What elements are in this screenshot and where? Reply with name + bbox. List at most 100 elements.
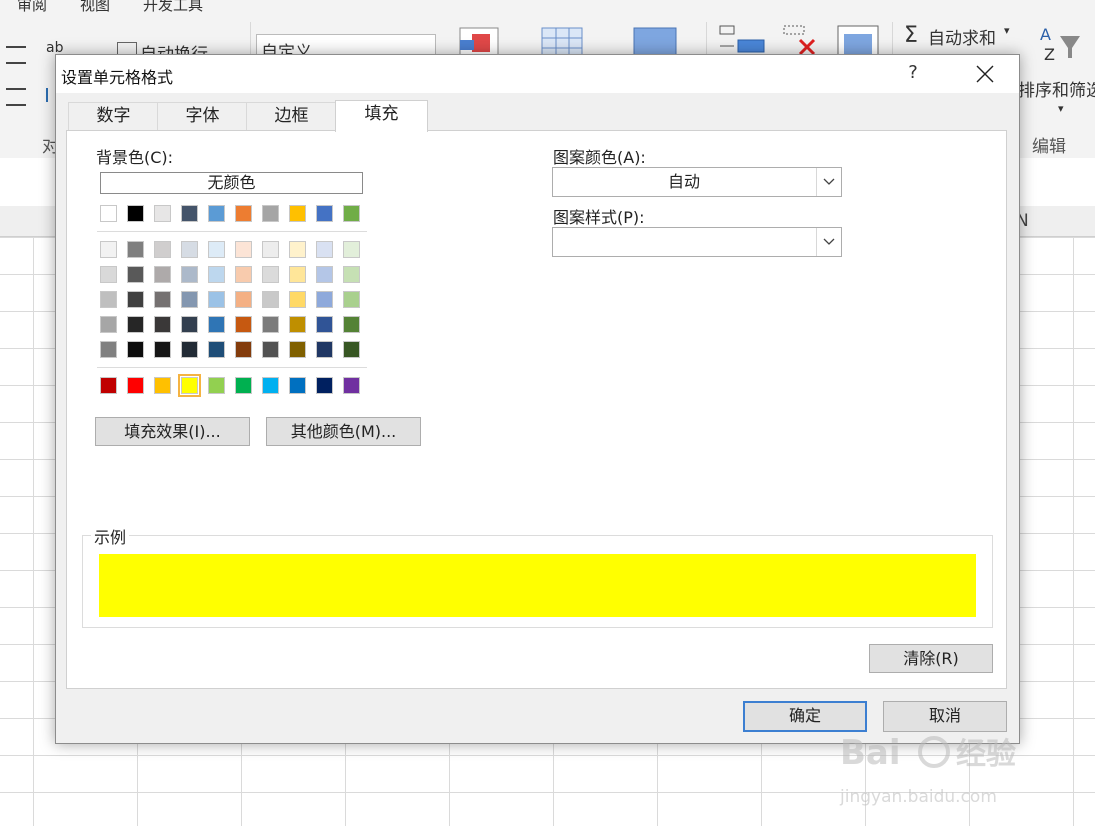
ribbon-tab-view[interactable]: 视图 [80, 0, 110, 15]
color-swatch-tint-3-7[interactable] [289, 316, 306, 333]
ribbon-tab-developer[interactable]: 开发工具 [143, 0, 203, 15]
color-swatch-tint-1-1[interactable] [127, 266, 144, 283]
tab-fill[interactable]: 填充 [335, 100, 428, 132]
color-swatch-standard-8[interactable] [316, 377, 333, 394]
color-swatch-tint-0-7[interactable] [289, 241, 306, 258]
clear-button[interactable]: 清除(R) [869, 644, 993, 673]
color-swatch-tint-0-3[interactable] [181, 241, 198, 258]
color-swatch-theme-4[interactable] [208, 205, 225, 222]
color-swatch-tint-3-3[interactable] [181, 316, 198, 333]
color-swatch-standard-0[interactable] [100, 377, 117, 394]
orientation-icon[interactable]: ab [46, 40, 64, 56]
color-swatch-standard-9[interactable] [343, 377, 360, 394]
color-swatch-tint-0-4[interactable] [208, 241, 225, 258]
align-left-icon[interactable] [6, 46, 26, 64]
color-swatch-tint-1-6[interactable] [262, 266, 279, 283]
pattern-color-select[interactable]: 自动 [552, 167, 842, 197]
color-swatch-theme-1[interactable] [127, 205, 144, 222]
color-swatch-tint-4-3[interactable] [181, 341, 198, 358]
color-swatch-tint-3-2[interactable] [154, 316, 171, 333]
color-swatch-tint-3-5[interactable] [235, 316, 252, 333]
chevron-down-icon: ▾ [1004, 24, 1010, 37]
tab-border[interactable]: 边框 [246, 102, 337, 130]
color-swatch-tint-2-7[interactable] [289, 291, 306, 308]
sort-filter-icon[interactable]: AZ [1038, 22, 1082, 66]
color-swatch-standard-1[interactable] [127, 377, 144, 394]
dialog-title-bar[interactable]: 设置单元格格式 ? [56, 55, 1019, 93]
color-swatch-tint-2-3[interactable] [181, 291, 198, 308]
color-swatch-tint-4-9[interactable] [343, 341, 360, 358]
group-label-editing: 编辑 [1032, 137, 1066, 157]
color-swatch-tint-3-1[interactable] [127, 316, 144, 333]
color-swatch-standard-7[interactable] [289, 377, 306, 394]
color-swatch-tint-0-0[interactable] [100, 241, 117, 258]
close-button[interactable] [964, 55, 1004, 91]
color-swatch-tint-1-8[interactable] [316, 266, 333, 283]
color-swatch-tint-4-0[interactable] [100, 341, 117, 358]
color-swatch-tint-4-4[interactable] [208, 341, 225, 358]
indent-icon[interactable] [6, 88, 26, 106]
ribbon-tab-review[interactable]: 审阅 [17, 0, 47, 15]
color-swatch-tint-2-0[interactable] [100, 291, 117, 308]
tab-number[interactable]: 数字 [68, 102, 159, 130]
color-swatch-tint-4-1[interactable] [127, 341, 144, 358]
chevron-down-icon[interactable] [816, 168, 841, 196]
no-color-button[interactable]: 无颜色 [100, 172, 363, 194]
color-swatch-tint-0-1[interactable] [127, 241, 144, 258]
color-swatch-theme-7[interactable] [289, 205, 306, 222]
color-swatch-tint-1-2[interactable] [154, 266, 171, 283]
more-colors-button[interactable]: 其他颜色(M)... [266, 417, 421, 446]
color-swatch-tint-3-9[interactable] [343, 316, 360, 333]
color-swatch-standard-5[interactable] [235, 377, 252, 394]
delete-cells-icon[interactable] [782, 22, 822, 58]
color-swatch-theme-8[interactable] [316, 205, 333, 222]
color-swatch-standard-4[interactable] [208, 377, 225, 394]
autosum-label[interactable]: 自动求和 [928, 24, 996, 49]
color-swatch-tint-3-0[interactable] [100, 316, 117, 333]
color-swatch-standard-6[interactable] [262, 377, 279, 394]
color-swatch-tint-1-0[interactable] [100, 266, 117, 283]
color-swatch-tint-2-6[interactable] [262, 291, 279, 308]
color-swatch-standard-3[interactable] [178, 374, 201, 397]
color-swatch-tint-0-6[interactable] [262, 241, 279, 258]
pattern-style-label: 图案样式(P): [553, 208, 645, 227]
color-swatch-tint-1-3[interactable] [181, 266, 198, 283]
color-swatch-theme-0[interactable] [100, 205, 117, 222]
insert-cells-icon[interactable] [718, 22, 768, 58]
color-swatch-theme-3[interactable] [181, 205, 198, 222]
help-button[interactable]: ? [898, 58, 928, 88]
color-swatch-tint-2-4[interactable] [208, 291, 225, 308]
color-swatch-tint-4-8[interactable] [316, 341, 333, 358]
color-swatch-tint-0-2[interactable] [154, 241, 171, 258]
color-swatch-theme-2[interactable] [154, 205, 171, 222]
color-swatch-tint-2-9[interactable] [343, 291, 360, 308]
fill-effects-button[interactable]: 填充效果(I)... [95, 417, 250, 446]
tab-font[interactable]: 字体 [157, 102, 248, 130]
color-swatch-tint-0-9[interactable] [343, 241, 360, 258]
color-swatch-tint-2-8[interactable] [316, 291, 333, 308]
color-swatch-tint-3-4[interactable] [208, 316, 225, 333]
color-swatch-standard-2[interactable] [154, 377, 171, 394]
color-swatch-tint-4-5[interactable] [235, 341, 252, 358]
sort-filter-label[interactable]: 排序和筛选 [1018, 76, 1095, 101]
close-icon [976, 65, 994, 83]
color-swatch-tint-1-4[interactable] [208, 266, 225, 283]
chevron-down-icon[interactable] [816, 228, 841, 256]
color-swatch-tint-2-2[interactable] [154, 291, 171, 308]
color-swatch-tint-3-6[interactable] [262, 316, 279, 333]
color-swatch-tint-4-7[interactable] [289, 341, 306, 358]
color-swatch-tint-0-8[interactable] [316, 241, 333, 258]
color-swatch-tint-0-5[interactable] [235, 241, 252, 258]
color-swatch-theme-5[interactable] [235, 205, 252, 222]
color-swatch-tint-2-5[interactable] [235, 291, 252, 308]
color-swatch-tint-4-6[interactable] [262, 341, 279, 358]
color-swatch-tint-1-9[interactable] [343, 266, 360, 283]
pattern-style-select[interactable] [552, 227, 842, 257]
color-swatch-tint-2-1[interactable] [127, 291, 144, 308]
color-swatch-tint-1-5[interactable] [235, 266, 252, 283]
color-swatch-tint-4-2[interactable] [154, 341, 171, 358]
color-swatch-tint-3-8[interactable] [316, 316, 333, 333]
color-swatch-tint-1-7[interactable] [289, 266, 306, 283]
color-swatch-theme-6[interactable] [262, 205, 279, 222]
color-swatch-theme-9[interactable] [343, 205, 360, 222]
